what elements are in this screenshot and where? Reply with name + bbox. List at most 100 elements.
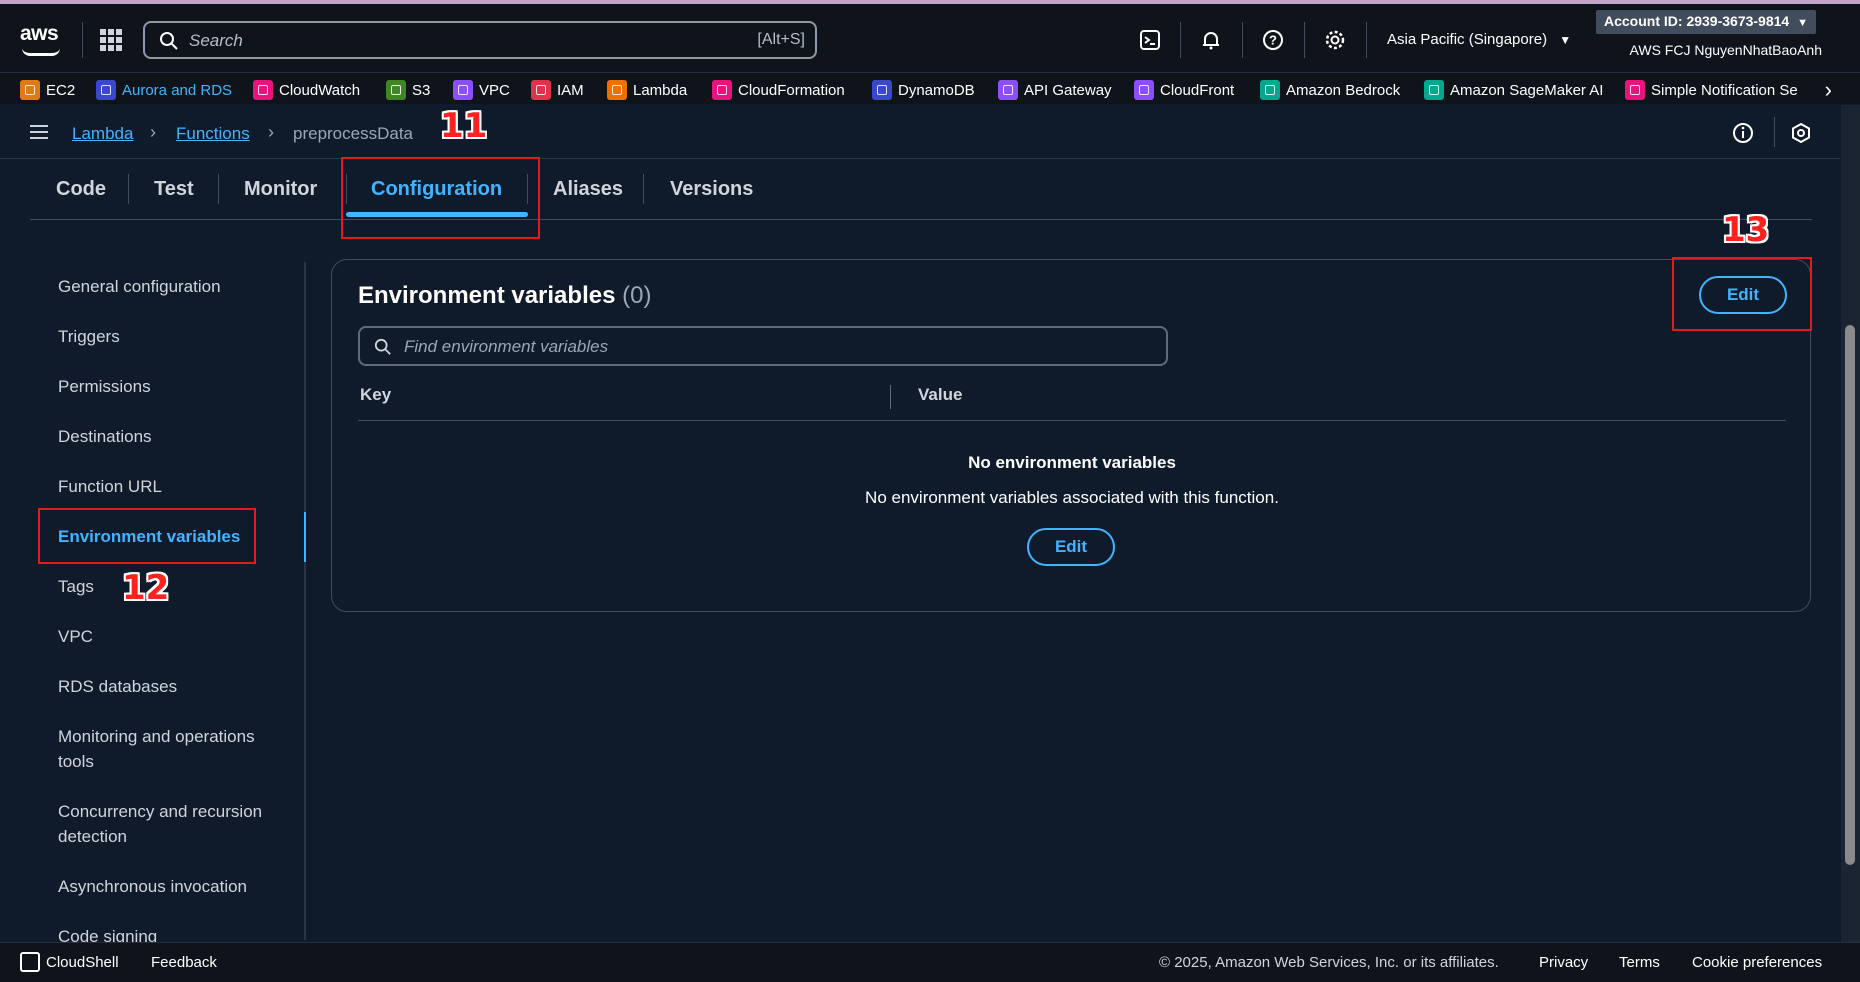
footer-feedback[interactable]: Feedback [151, 954, 217, 971]
sidenav-destinations[interactable]: Destinations [58, 424, 288, 449]
sidenav-async-invocation[interactable]: Asynchronous invocation [58, 874, 288, 899]
search-placeholder: Search [189, 31, 243, 50]
ec2-icon [20, 80, 40, 100]
settings-hex-icon[interactable] [1790, 122, 1812, 149]
help-icon[interactable]: ? [1259, 26, 1287, 54]
favorites-bar: EC2 Aurora and RDS CloudWatch S3 VPC IAM… [0, 72, 1860, 104]
caret-down-icon: ▼ [1559, 33, 1572, 47]
rds-icon [96, 80, 116, 100]
panel-title: Environment variables (0) [358, 282, 651, 310]
sidenav-rds-databases[interactable]: RDS databases [58, 674, 288, 699]
services-grid-icon[interactable] [100, 29, 122, 51]
scrollbar-thumb[interactable] [1845, 325, 1855, 865]
sidenav-rail [304, 262, 306, 940]
env-filter-input[interactable]: Find environment variables [358, 326, 1168, 366]
search-input[interactable]: Search [Alt+S] [143, 21, 817, 59]
panel-title-text: Environment variables [358, 282, 616, 309]
column-header-key[interactable]: Key [360, 385, 391, 405]
sns-icon [1625, 80, 1645, 100]
footer-privacy[interactable]: Privacy [1539, 954, 1588, 971]
account-id-badge[interactable]: Account ID: 2939-3673-9814 ▼ [1596, 10, 1816, 34]
gear-icon[interactable] [1321, 26, 1349, 54]
lambda-icon [607, 80, 627, 100]
empty-state-title: No environment variables [968, 453, 1176, 472]
cloudformation-icon [712, 80, 732, 100]
sidenav-permissions[interactable]: Permissions [58, 374, 288, 399]
sidenav-triggers[interactable]: Triggers [58, 324, 288, 349]
cloudwatch-icon [253, 80, 273, 100]
sidenav-general-configuration[interactable]: General configuration [58, 274, 288, 299]
divider [82, 22, 83, 58]
fav-dynamodb[interactable]: DynamoDB [872, 79, 975, 101]
footer-cloudshell[interactable]: CloudShell [46, 954, 119, 971]
tab-test[interactable]: Test [154, 178, 194, 201]
chevron-right-icon[interactable]: › [1825, 77, 1832, 103]
fav-cloudformation[interactable]: CloudFormation [712, 79, 845, 101]
cloudshell-icon[interactable] [1136, 26, 1164, 54]
sidenav-concurrency[interactable]: Concurrency and recursion detection [58, 799, 288, 849]
highlight-box-environment-variables [38, 508, 256, 564]
breadcrumb-functions[interactable]: Functions [176, 124, 250, 144]
panel-count: (0) [622, 282, 652, 309]
fav-bedrock[interactable]: Amazon Bedrock [1260, 79, 1400, 101]
account-name[interactable]: AWS FCJ NguyenNhatBaoAnh [1630, 42, 1822, 58]
footer-terms[interactable]: Terms [1619, 954, 1660, 971]
fav-vpc[interactable]: VPC [453, 79, 510, 101]
fav-lambda[interactable]: Lambda [607, 79, 687, 101]
annotation-13: 13 [1722, 210, 1770, 250]
divider [1304, 22, 1305, 58]
tab-versions[interactable]: Versions [670, 178, 753, 201]
region-selector[interactable]: Asia Pacific (Singapore) ▼ [1387, 31, 1571, 48]
divider [1366, 22, 1367, 58]
empty-state-description: No environment variables associated with… [865, 488, 1279, 507]
column-header-value[interactable]: Value [918, 385, 962, 405]
bell-icon[interactable] [1197, 26, 1225, 54]
footer-cookie-preferences[interactable]: Cookie preferences [1692, 954, 1822, 971]
search-icon [160, 32, 178, 50]
fav-ec2[interactable]: EC2 [20, 79, 75, 101]
info-icon[interactable] [1732, 122, 1754, 149]
sidenav-tags[interactable]: Tags [58, 574, 288, 599]
fav-cloudfront[interactable]: CloudFront [1134, 79, 1234, 101]
menu-icon[interactable] [30, 125, 48, 139]
account-id: Account ID: 2939-3673-9814 [1604, 13, 1790, 29]
divider [1774, 117, 1775, 147]
table-header-divider [358, 420, 1786, 421]
fav-aurora-rds[interactable]: Aurora and RDS [96, 79, 232, 101]
sagemaker-icon [1424, 80, 1444, 100]
divider [218, 174, 219, 204]
empty-state-edit-button[interactable]: Edit [1027, 528, 1115, 566]
tab-aliases[interactable]: Aliases [553, 178, 623, 201]
function-tabs: Code Test Monitor Configuration Aliases … [30, 160, 1812, 220]
divider [1242, 22, 1243, 58]
highlight-box-configuration [341, 157, 540, 239]
fav-cloudwatch[interactable]: CloudWatch [253, 79, 360, 101]
aws-logo[interactable]: aws [20, 22, 60, 56]
fav-sns[interactable]: Simple Notification Se [1625, 79, 1798, 101]
svg-text:?: ? [1269, 33, 1277, 48]
divider [1180, 22, 1181, 58]
bedrock-icon [1260, 80, 1280, 100]
column-divider [890, 385, 891, 409]
breadcrumb-lambda[interactable]: Lambda [72, 124, 133, 144]
search-icon [374, 338, 391, 355]
vpc-icon [453, 80, 473, 100]
fav-api-gateway[interactable]: API Gateway [998, 79, 1112, 101]
sidenav-vpc[interactable]: VPC [58, 624, 288, 649]
footer: CloudShell Feedback © 2025, Amazon Web S… [0, 942, 1860, 982]
tab-code[interactable]: Code [56, 178, 106, 201]
aws-smile-icon [22, 48, 60, 56]
region-label: Asia Pacific (Singapore) [1387, 31, 1548, 48]
iam-icon [531, 80, 551, 100]
cloudshell-icon[interactable] [20, 952, 40, 972]
fav-iam[interactable]: IAM [531, 79, 584, 101]
search-shortcut: [Alt+S] [757, 31, 805, 48]
sidenav-function-url[interactable]: Function URL [58, 474, 288, 499]
fav-sagemaker[interactable]: Amazon SageMaker AI [1424, 79, 1603, 101]
sidenav-monitoring-tools[interactable]: Monitoring and operations tools [58, 724, 288, 774]
page-scrollbar[interactable] [1841, 105, 1860, 982]
filter-placeholder: Find environment variables [404, 337, 609, 356]
fav-s3[interactable]: S3 [386, 79, 430, 101]
aws-logo-text: aws [20, 22, 59, 45]
tab-monitor[interactable]: Monitor [244, 178, 317, 201]
